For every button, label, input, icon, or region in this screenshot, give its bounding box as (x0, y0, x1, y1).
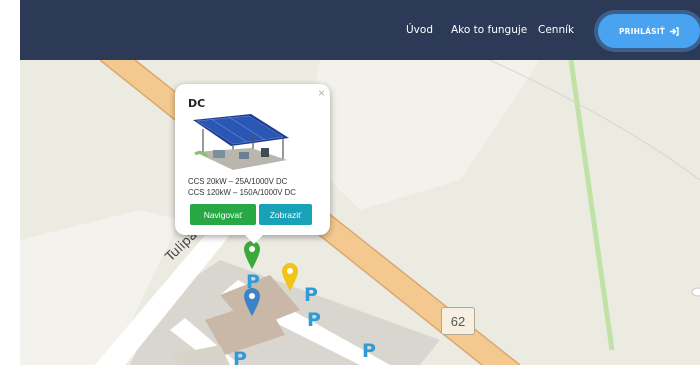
connector-line-1: CCS 20kW – 25A/1000V DC (188, 177, 288, 186)
close-icon[interactable]: × (318, 86, 325, 100)
charging-station-image (193, 114, 289, 170)
connector-line-2: CCS 120kW – 150A/1000V DC (188, 188, 296, 197)
login-button-label: PRIHLÁSIŤ (618, 26, 666, 36)
parking-icon: P (246, 271, 260, 293)
map-canvas (20, 60, 700, 365)
parking-icon: P (233, 348, 247, 370)
popup-title: DC (188, 97, 206, 110)
show-button[interactable]: Zobraziť (259, 204, 312, 225)
map-view[interactable] (20, 60, 700, 365)
nav-link-pricing[interactable]: Cenník (538, 24, 574, 36)
sign-in-icon (670, 26, 679, 36)
login-button[interactable]: PRIHLÁSIŤ (598, 14, 700, 48)
navigate-button[interactable]: Navigovať (190, 204, 256, 225)
parking-icon: P (307, 309, 321, 331)
nav-link-uvod[interactable]: Úvod (406, 24, 433, 36)
green-map-marker-icon[interactable] (243, 240, 261, 270)
station-popup: × DC CCS 20kW – 25A/1000V DC CCS 120kW –… (175, 84, 330, 244)
road-number-shield: 62 (441, 307, 475, 335)
yellow-map-marker-icon[interactable] (281, 262, 299, 292)
parking-icon: P (362, 340, 376, 362)
nav-link-how-it-works[interactable]: Ako to funguje (451, 24, 527, 36)
parking-icon: P (304, 284, 318, 306)
